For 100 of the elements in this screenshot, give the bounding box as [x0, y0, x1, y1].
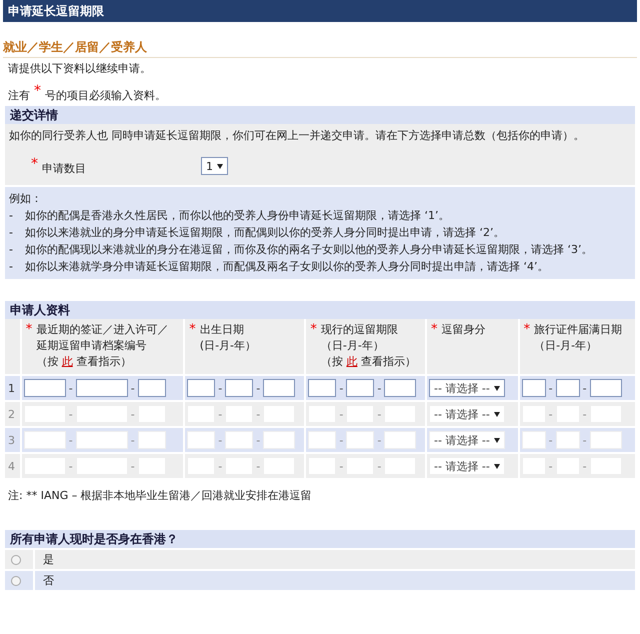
row-number: 3 — [5, 428, 20, 452]
header-text: 旅行证件届满日期 — [534, 322, 622, 338]
instructions-link[interactable]: 此 — [346, 355, 358, 368]
bullet: - — [9, 259, 14, 275]
required-mark: * — [189, 322, 196, 339]
dropdown-arrow-icon — [494, 438, 500, 442]
examples-heading: 例如： — [9, 191, 43, 207]
header-text: (日-月-年） — [200, 338, 256, 354]
count-dropdown[interactable]: 1 — [201, 157, 228, 175]
status-dropdown[interactable]: -- 请选择 -- — [428, 379, 505, 397]
input-field — [76, 431, 128, 449]
input-field — [308, 431, 336, 449]
input-field — [263, 431, 296, 449]
description-text: 如你的同行受养人也 同時申请延长逗留期限，你们可在网上一并递交申请。请在下方选择申请总数（包括你的申请）。 — [9, 128, 586, 143]
dropdown-arrow-icon — [494, 386, 500, 390]
separator: - — [582, 460, 587, 472]
input-field[interactable] — [263, 379, 296, 397]
separator: - — [582, 382, 587, 394]
header-hint: （按 此 查看指示） — [320, 354, 416, 370]
input-field[interactable] — [522, 379, 546, 397]
input-field — [138, 431, 166, 449]
input-field[interactable] — [187, 379, 216, 397]
dropdown-arrow-icon — [494, 464, 500, 468]
bullet: - — [9, 242, 14, 258]
separator: - — [218, 460, 222, 472]
separator: - — [377, 382, 382, 394]
bullet: - — [9, 225, 14, 241]
required-mark: * — [430, 322, 438, 338]
radio-button[interactable] — [11, 554, 21, 564]
separator: - — [339, 408, 344, 420]
note-text: 注有 — [8, 89, 30, 102]
separator: - — [256, 408, 260, 420]
header-text: 最近期的签证／进入许可／ — [36, 322, 168, 338]
input-field[interactable] — [225, 379, 254, 397]
separator: - — [548, 434, 553, 446]
row-number: 4 — [5, 454, 20, 478]
separator: - — [218, 382, 222, 394]
required-mark: * — [310, 322, 317, 339]
separator: - — [256, 434, 260, 446]
row-number: 1 — [5, 376, 20, 400]
input-field — [225, 431, 254, 449]
input-field[interactable] — [138, 379, 166, 397]
input-field[interactable] — [384, 379, 416, 397]
footnote: 注: ** IANG – 根据非本地毕业生留港／回港就业安排在港逗留 — [8, 488, 313, 503]
separator: - — [582, 434, 587, 446]
separator: - — [130, 460, 135, 472]
separator: - — [377, 460, 382, 472]
separator: - — [582, 408, 587, 420]
required-mark: * — [26, 322, 32, 339]
input-field — [590, 431, 622, 449]
note-text: 号的项目必须输入资料。 — [45, 89, 166, 102]
dropdown-arrow-icon — [217, 164, 223, 168]
separator: - — [130, 434, 135, 446]
page-title: 申请延长逗留期限 — [3, 0, 637, 22]
separator: - — [130, 408, 135, 420]
required-mark: * — [524, 322, 530, 339]
input-field — [556, 431, 580, 449]
category-heading: 就业／学生／居留／受养人 — [3, 39, 637, 58]
separator: - — [339, 434, 344, 446]
bullet: - — [9, 208, 14, 224]
example-text: 如你以来港就学身分申请延长逗留期限，而配偶及兩名子女则以你的受养人身分同时提出申請，请选择 ‘4’。 — [25, 259, 548, 275]
row-number: 2 — [5, 402, 20, 426]
input-field — [384, 431, 416, 449]
radio-button[interactable] — [11, 576, 21, 586]
separator: - — [339, 382, 344, 394]
header-text: 出生日期 — [200, 322, 245, 338]
input-field[interactable] — [24, 379, 66, 397]
input-field[interactable] — [76, 379, 128, 397]
header-text: 现行的逗留期限 — [320, 322, 399, 338]
dropdown-arrow-icon — [494, 412, 500, 416]
separator: - — [548, 460, 553, 472]
option-label: 是 — [43, 552, 54, 567]
separator: - — [68, 434, 73, 446]
input-field[interactable] — [346, 379, 374, 397]
separator: - — [68, 408, 73, 420]
input-field[interactable] — [308, 379, 336, 397]
header-text: 延期逗留申请档案编号 — [36, 338, 148, 354]
separator: - — [548, 408, 553, 420]
header-text: 逗留身分 — [441, 322, 486, 338]
section-title: 申请人资料 — [5, 301, 635, 319]
header-text: （日-月-年） — [534, 338, 598, 354]
instructions-link[interactable]: 此 — [62, 355, 73, 368]
input-field — [24, 431, 66, 449]
input-field — [187, 431, 216, 449]
example-text: 如你以来港就业的身分申请延长逗留期限，而配偶则以你的受养人身分同时提出申请，请选择 ‘2’。 — [25, 225, 504, 241]
separator: - — [218, 408, 222, 420]
input-field — [522, 431, 546, 449]
section-title: 所有申请人现时是否身在香港？ — [5, 530, 635, 548]
input-field[interactable] — [590, 379, 622, 397]
header-text: （日-月-年） — [320, 338, 385, 354]
separator: - — [377, 408, 382, 420]
required-mark: * — [34, 83, 41, 99]
separator: - — [548, 382, 553, 394]
separator: - — [130, 382, 135, 394]
input-field[interactable] — [556, 379, 580, 397]
example-text: 如你的配偶现以来港就业的身分在港逗留，而你及你的兩名子女则以他的受养人身分申请延长逗留期限，请选择 ‘3’。 — [25, 242, 592, 258]
header-hint: （按 此 查看指示） — [36, 354, 132, 370]
option-label: 否 — [43, 573, 54, 588]
section-title: 递交详情 — [5, 106, 635, 124]
input-field — [346, 431, 374, 449]
